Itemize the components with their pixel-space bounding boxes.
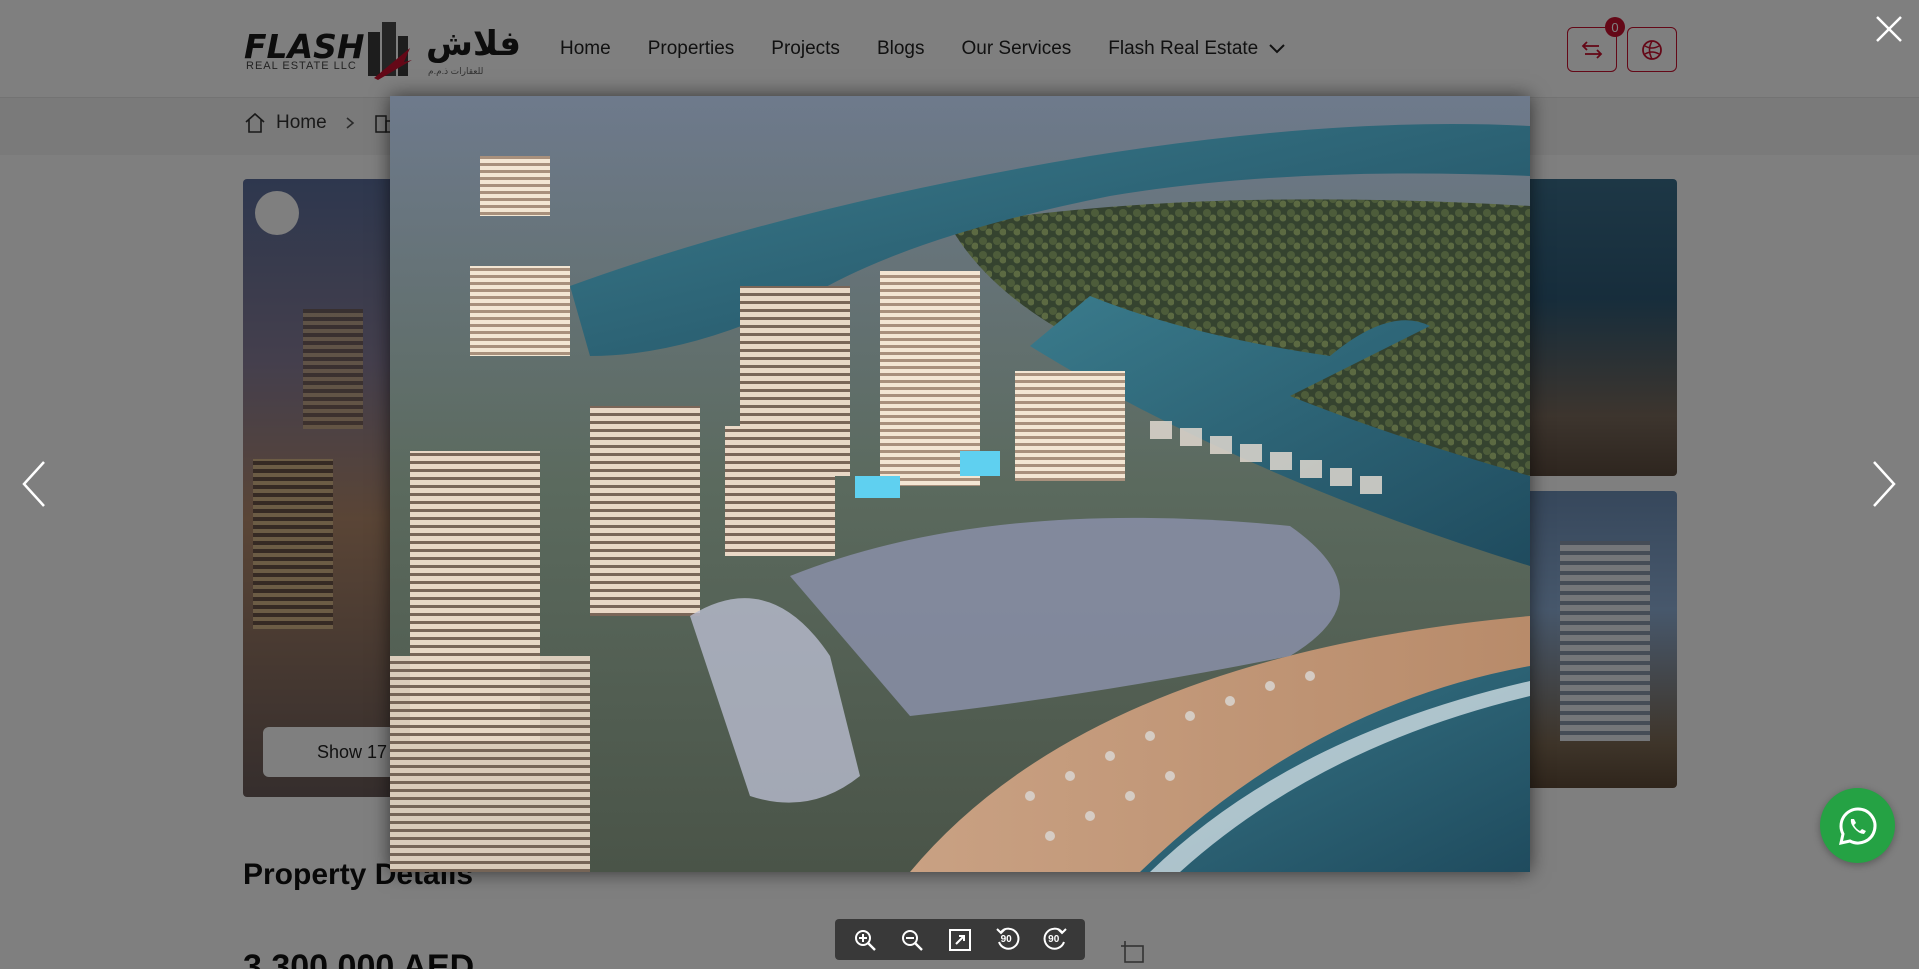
- crop-area-icon: [1121, 941, 1144, 963]
- zoom-in-button[interactable]: [848, 923, 882, 957]
- lightbox-image[interactable]: [390, 96, 1530, 872]
- fit-screen-button[interactable]: [943, 923, 977, 957]
- close-icon[interactable]: [1872, 12, 1906, 46]
- whatsapp-icon: [1838, 806, 1876, 845]
- zoom-out-icon: [902, 929, 924, 951]
- rotate-left-button[interactable]: 90: [991, 923, 1025, 957]
- zoom-in-icon: [854, 929, 876, 951]
- whatsapp-button[interactable]: [1820, 788, 1895, 863]
- fit-screen-icon: [948, 928, 971, 951]
- rotate-right-button[interactable]: 90: [1038, 923, 1072, 957]
- rotate-left-label: 90: [1000, 933, 1012, 945]
- lightbox-overlay[interactable]: 90 90: [0, 0, 1919, 969]
- next-image-arrow-icon[interactable]: [1866, 458, 1900, 510]
- rotate-right-label: 90: [1048, 933, 1060, 945]
- zoom-out-button[interactable]: [895, 923, 929, 957]
- image-viewer-toolbar: 90 90: [835, 919, 1085, 960]
- previous-image-arrow-icon[interactable]: [18, 458, 52, 510]
